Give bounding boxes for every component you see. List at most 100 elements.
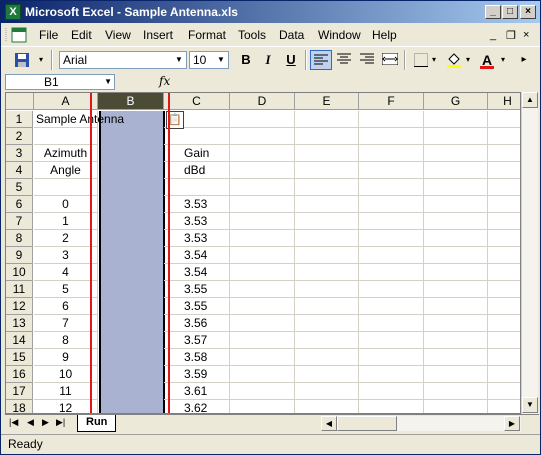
grid-cell[interactable] [295,247,359,264]
fill-color-icon[interactable] [443,50,465,70]
grid-cell[interactable] [295,298,359,315]
cell-c10[interactable]: 3.54 [164,264,230,281]
cell-c17[interactable]: 3.61 [164,383,230,400]
grid-cell[interactable] [488,145,520,162]
grid-cell[interactable] [295,400,359,413]
grid-cell[interactable] [424,400,488,413]
insert-function-icon[interactable]: fx [159,74,170,88]
row-header[interactable]: 13 [6,315,33,332]
cell-c3[interactable]: Gain [164,145,230,162]
cell-c9[interactable]: 3.54 [164,247,230,264]
cell-a6[interactable]: 0 [34,196,98,213]
grid-cell[interactable] [295,179,359,196]
menu-data[interactable]: Data [279,27,304,43]
row-header[interactable]: 16 [6,366,33,383]
horizontal-scrollbar[interactable]: ◀ ▶ [321,416,521,431]
cell-c8[interactable]: 3.53 [164,230,230,247]
font-name-combo[interactable]: Arial ▼ [59,51,187,69]
cell-c13[interactable]: 3.56 [164,315,230,332]
row-header[interactable]: 12 [6,298,33,315]
grid-cell[interactable] [359,298,424,315]
grid-cell[interactable] [295,281,359,298]
next-sheet-icon[interactable]: ▶ [42,417,49,428]
grid-cell[interactable] [230,298,295,315]
column-header-g[interactable]: G [424,93,488,110]
grid-cell[interactable] [359,162,424,179]
cell-a13[interactable]: 7 [34,315,98,332]
vertical-scrollbar[interactable]: ▲ ▼ [521,92,538,414]
grid-cell[interactable] [230,162,295,179]
grid-cell[interactable] [488,298,520,315]
grid-cell[interactable] [295,128,359,145]
grid-cell[interactable] [424,162,488,179]
column-header-c[interactable]: C [164,93,230,110]
grid-cell[interactable] [488,383,520,400]
grid-cell[interactable] [488,349,520,366]
grid-cell[interactable] [359,230,424,247]
grid-cell[interactable] [359,179,424,196]
grid-cell[interactable] [488,366,520,383]
grid-cell[interactable] [359,400,424,413]
merge-center-icon[interactable] [379,50,401,70]
grid-cell[interactable] [424,383,488,400]
grid-cell[interactable] [424,111,488,128]
row-header[interactable]: 9 [6,247,33,264]
toolbar-options-icon[interactable]: ▸ [517,50,531,70]
grid-cell[interactable] [424,230,488,247]
column-header-e[interactable]: E [295,93,359,110]
row-header[interactable]: 3 [6,145,33,162]
grid-cell[interactable] [230,196,295,213]
grid-cell[interactable] [295,332,359,349]
first-sheet-icon[interactable]: |◀ [9,417,18,428]
grid-cell[interactable] [295,264,359,281]
grid-cell[interactable] [424,196,488,213]
column-header-h[interactable]: H [488,93,520,110]
doc-close-button[interactable]: × [523,29,529,41]
close-button[interactable]: × [520,5,536,19]
cell-c11[interactable]: 3.55 [164,281,230,298]
grid-cell[interactable] [230,264,295,281]
cell-a3[interactable]: Azimuth [34,145,98,162]
grid-cell[interactable] [488,179,520,196]
grid-cell[interactable] [295,366,359,383]
cell-a8[interactable]: 2 [34,230,98,247]
menu-tools[interactable]: Tools [238,27,266,43]
column-header-a[interactable]: A [34,93,98,110]
row-header[interactable]: 8 [6,230,33,247]
grid-cell[interactable] [424,298,488,315]
grid-cell[interactable] [359,281,424,298]
grid-cell[interactable] [359,111,424,128]
grid-cell[interactable] [230,179,295,196]
align-center-icon[interactable] [333,50,355,70]
grid-cell[interactable] [230,366,295,383]
grid-cell[interactable] [359,383,424,400]
grid-cell[interactable] [295,349,359,366]
font-color-icon[interactable]: A [476,50,498,70]
grid-cell[interactable] [359,128,424,145]
menu-edit[interactable]: Edit [71,27,92,43]
cell-a12[interactable]: 6 [34,298,98,315]
chevron-down-icon[interactable]: ▾ [463,50,473,70]
row-header[interactable]: 10 [6,264,33,281]
scroll-right-icon[interactable]: ▶ [504,416,520,431]
grid-cell[interactable] [359,332,424,349]
grid-cell[interactable] [424,213,488,230]
save-icon[interactable] [11,50,33,70]
row-header[interactable]: 2 [6,128,33,145]
grid-cell[interactable] [230,111,295,128]
chevron-down-icon[interactable]: ▼ [214,52,228,68]
grid-cell[interactable] [424,264,488,281]
grid-cell[interactable] [488,196,520,213]
grid-cell[interactable] [424,179,488,196]
grid-cell[interactable] [424,145,488,162]
grid-cell[interactable] [230,213,295,230]
menu-help[interactable]: Help [372,27,397,43]
row-header[interactable]: 11 [6,281,33,298]
grid-cell[interactable] [488,281,520,298]
row-header[interactable]: 7 [6,213,33,230]
scroll-left-icon[interactable]: ◀ [321,416,337,431]
cell-a5[interactable] [34,179,98,196]
grid-cell[interactable] [424,247,488,264]
cell-c12[interactable]: 3.55 [164,298,230,315]
row-header[interactable]: 15 [6,349,33,366]
